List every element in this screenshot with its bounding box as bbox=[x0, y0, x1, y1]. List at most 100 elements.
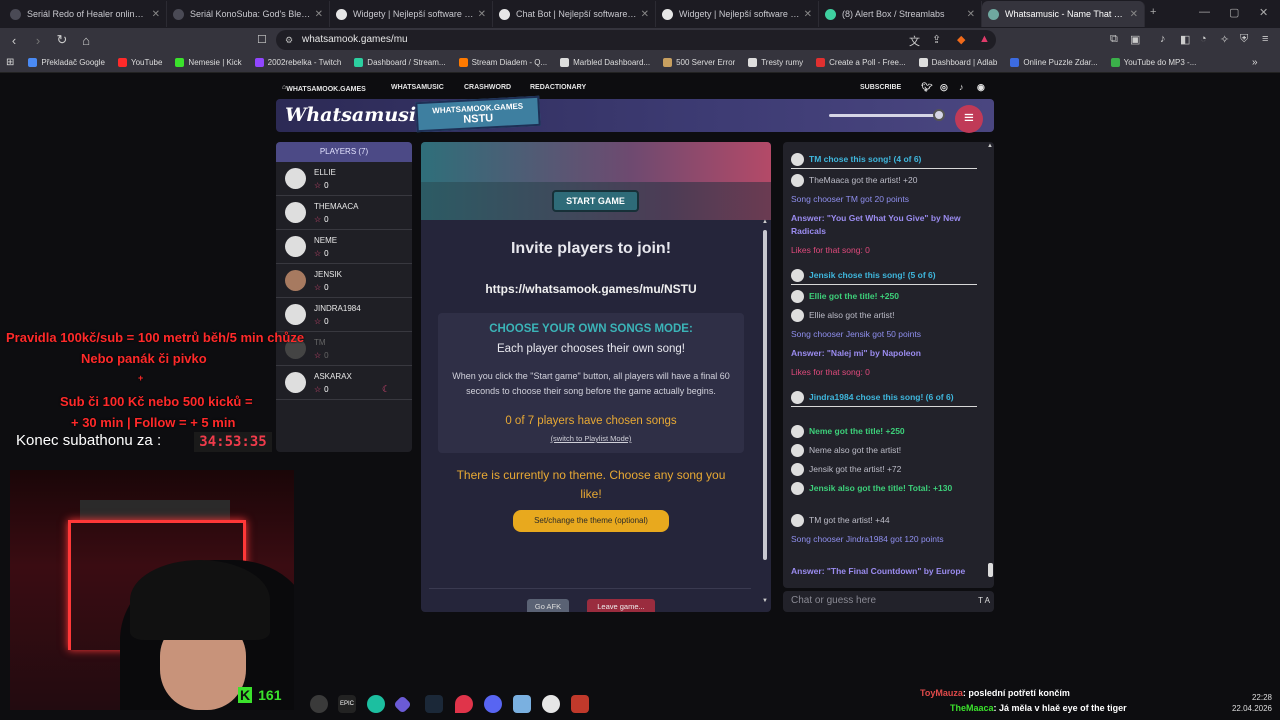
close-tab-icon[interactable]: ✕ bbox=[967, 9, 975, 20]
site-info-icon[interactable]: ⚙ bbox=[285, 30, 293, 50]
epic-games-icon[interactable]: EPIC bbox=[338, 695, 356, 713]
switch-playlist-mode-link[interactable]: (switch to Playlist Mode) bbox=[438, 434, 744, 443]
start-game-button[interactable]: START GAME bbox=[552, 190, 639, 212]
back-icon[interactable]: ‹ bbox=[4, 33, 24, 48]
maximize-icon[interactable]: ▢ bbox=[1229, 6, 1239, 19]
volume-slider[interactable] bbox=[829, 114, 939, 117]
subscribe-link[interactable]: SUBSCRIBE bbox=[860, 84, 901, 91]
main-scrollbar[interactable]: ▲ ▼ bbox=[762, 219, 768, 612]
share-icon[interactable]: ⇪ bbox=[932, 33, 941, 46]
browser-tab[interactable]: Widgety | Nejlepší software pro vylep ✕ bbox=[330, 1, 493, 27]
sidebar-icon[interactable]: ◧ bbox=[1180, 33, 1190, 46]
browser-tab[interactable]: Seriál KonoSuba: God's Blessing on t ✕ bbox=[167, 1, 330, 27]
bookmark-item[interactable]: Tresty rumy bbox=[748, 57, 803, 67]
go-afk-button[interactable]: Go AFK bbox=[527, 599, 569, 612]
bookmark-item[interactable]: Stream Diadem - Q... bbox=[458, 57, 548, 67]
new-tab-button[interactable]: + bbox=[1150, 6, 1156, 18]
obs-icon[interactable] bbox=[310, 695, 328, 713]
diamond-app-icon[interactable] bbox=[393, 695, 412, 714]
close-tab-icon[interactable]: ✕ bbox=[1130, 9, 1138, 20]
chat-scroll-up-icon[interactable]: ▲ bbox=[987, 143, 993, 149]
more-bookmarks-icon[interactable]: » bbox=[1252, 57, 1258, 68]
rewards-icon[interactable]: ▲ bbox=[979, 33, 990, 45]
bookmark-item[interactable]: Nemesie | Kick bbox=[175, 57, 242, 67]
leo-icon[interactable]: ✧ bbox=[1220, 33, 1229, 46]
site-logo[interactable]: Whatsamusic bbox=[285, 104, 428, 126]
nav-whatsamusic-link[interactable]: WHATSAMUSIC bbox=[391, 84, 444, 91]
volume-slider-handle[interactable] bbox=[933, 109, 945, 121]
player-row[interactable]: JINDRA1984 ☆ 0 bbox=[276, 298, 412, 332]
player-row[interactable]: THEMAACA ☆ 0 bbox=[276, 196, 412, 230]
hamburger-menu-button[interactable]: ≡ bbox=[955, 105, 983, 133]
bookmark-item[interactable]: Create a Poll - Free... bbox=[816, 57, 906, 67]
browser-tab[interactable]: (8) Alert Box / Streamlabs ✕ bbox=[819, 1, 982, 27]
translate-icon[interactable]: 文 bbox=[909, 33, 920, 49]
scroll-down-icon[interactable]: ▼ bbox=[762, 598, 768, 604]
bookmark-item[interactable]: 500 Server Error bbox=[663, 57, 735, 67]
bookmark-item[interactable]: Online Puzzle Zdar... bbox=[1010, 57, 1098, 67]
player-row[interactable]: ELLIE ☆ 0 bbox=[276, 162, 412, 196]
menu-icon[interactable]: ≡ bbox=[1262, 33, 1268, 45]
reload-icon[interactable]: ↻ bbox=[52, 32, 72, 48]
chat-scrollbar[interactable]: ▲ bbox=[987, 143, 994, 583]
player-row[interactable]: NEME ☆ 0 bbox=[276, 230, 412, 264]
twitter-icon[interactable]: 🐦︎ bbox=[921, 82, 932, 93]
browser-tab[interactable]: Whatsamusic - Name That Tune ✕ bbox=[982, 1, 1145, 27]
leave-game-button[interactable]: Leave game... bbox=[587, 599, 655, 612]
close-tab-icon[interactable]: ✕ bbox=[478, 9, 486, 20]
tab-title: Chat Bot | Nejlepší software pro vylep bbox=[516, 9, 637, 19]
profile-icon[interactable]: ◔ bbox=[1200, 33, 1207, 45]
player-row[interactable]: JENSIK ☆ 0 bbox=[276, 264, 412, 298]
maps-icon[interactable] bbox=[455, 695, 473, 713]
browser-tab[interactable]: Seriál Redo of Healer online - Svetse ✕ bbox=[4, 1, 167, 27]
chat-input[interactable]: Chat or guess here T A bbox=[783, 591, 994, 612]
bookmark-item[interactable]: YouTube bbox=[117, 57, 162, 67]
close-tab-icon[interactable]: ✕ bbox=[315, 9, 323, 20]
steam-icon[interactable] bbox=[425, 695, 443, 713]
kick-follower-count: K 161 bbox=[238, 687, 281, 703]
discord-icon[interactable]: ◉ bbox=[977, 82, 985, 93]
bookmark-item[interactable]: Dashboard / Stream... bbox=[354, 57, 446, 67]
close-tab-icon[interactable]: ✕ bbox=[804, 9, 812, 20]
nav-redactionary-link[interactable]: REDACTIONARY bbox=[530, 84, 586, 91]
notes-icon[interactable] bbox=[513, 695, 531, 713]
home-icon[interactable]: ⌂ bbox=[76, 33, 96, 48]
tiktok-icon[interactable]: ♪ bbox=[959, 82, 964, 92]
set-theme-button[interactable]: Set/change the theme (optional) bbox=[513, 510, 669, 532]
apps-icon[interactable]: ⊞ bbox=[6, 57, 14, 68]
url-field[interactable]: ⚙ whatsamook.games/mu bbox=[276, 30, 996, 50]
scroll-up-icon[interactable]: ▲ bbox=[762, 219, 768, 225]
bookmark-item[interactable]: Dashboard | Adlab bbox=[918, 57, 997, 67]
bookmark-label: Stream Diadem - Q... bbox=[471, 57, 548, 67]
close-window-icon[interactable]: ✕ bbox=[1259, 6, 1268, 19]
bookmark-icon[interactable]: ☐ bbox=[257, 33, 267, 46]
recording-app-icon[interactable] bbox=[571, 695, 589, 713]
bookmark-item[interactable]: 2002rebelka - Twitch bbox=[254, 57, 341, 67]
browser-taskbar-icon[interactable] bbox=[542, 695, 560, 713]
main-scroll-thumb[interactable] bbox=[763, 230, 767, 560]
discord-taskbar-icon[interactable] bbox=[484, 695, 502, 713]
browser-tab[interactable]: Chat Bot | Nejlepší software pro vylep ✕ bbox=[493, 1, 656, 27]
minimize-icon[interactable]: — bbox=[1199, 6, 1210, 18]
forward-icon[interactable]: › bbox=[28, 33, 48, 48]
screenshot-icon[interactable]: ▣ bbox=[1130, 33, 1140, 46]
close-tab-icon[interactable]: ✕ bbox=[152, 9, 160, 20]
nav-home-link[interactable]: ⌂ WHATSAMOOK.GAMES bbox=[282, 84, 366, 93]
room-url-text[interactable]: https://whatsamook.games/mu/NSTU bbox=[421, 282, 761, 296]
chat-scroll-thumb[interactable] bbox=[988, 563, 993, 577]
vpn-icon[interactable]: ⛨ bbox=[1240, 33, 1248, 46]
player-row[interactable]: ASKARAX ☆ 0 ☾ bbox=[276, 366, 412, 400]
app-icon[interactable] bbox=[367, 695, 385, 713]
instagram-icon[interactable]: ◎ bbox=[940, 82, 948, 93]
bookmark-item[interactable]: YouTube do MP3 -... bbox=[1110, 57, 1196, 67]
music-icon[interactable]: ♪ bbox=[1160, 33, 1166, 45]
nav-crashword-link[interactable]: CRASHWORD bbox=[464, 84, 511, 91]
system-clock[interactable]: 22:28 22.04.2026 bbox=[1228, 692, 1272, 714]
text-format-icon[interactable]: T A bbox=[978, 596, 990, 605]
extensions-icon[interactable]: ⧉ bbox=[1110, 33, 1118, 46]
brave-shield-icon[interactable]: ◆ bbox=[957, 33, 965, 46]
close-tab-icon[interactable]: ✕ bbox=[641, 9, 649, 20]
bookmark-item[interactable]: Marbled Dashboard... bbox=[560, 57, 650, 67]
bookmark-item[interactable]: Překladač Google bbox=[28, 57, 105, 67]
browser-tab[interactable]: Widgety | Nejlepší software pro vylep ✕ bbox=[656, 1, 819, 27]
